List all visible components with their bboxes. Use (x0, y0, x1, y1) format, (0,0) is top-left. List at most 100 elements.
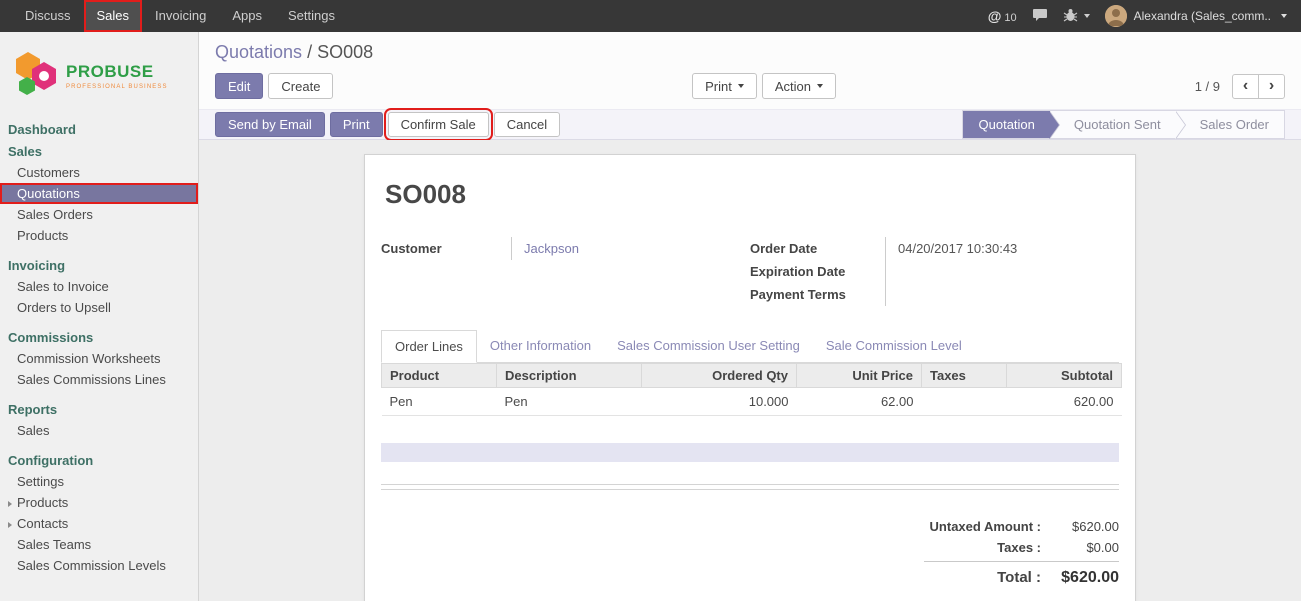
field-group: Customer Jackpson Order Date 04/20/2017 … (381, 237, 1119, 306)
cancel-button[interactable]: Cancel (494, 112, 560, 137)
print-button[interactable]: Print (330, 112, 383, 137)
brand-name: PROBUSE (66, 62, 168, 82)
note-section-bar (381, 443, 1119, 462)
sidebar-heading-invoicing[interactable]: Invoicing (0, 255, 198, 276)
section-separator (381, 484, 1119, 490)
topbar-menu-discuss[interactable]: Discuss (12, 0, 84, 32)
expand-arrow-icon (8, 501, 12, 507)
topbar-menu-sales[interactable]: Sales (84, 0, 143, 32)
topbar-menu-invoicing[interactable]: Invoicing (142, 0, 219, 32)
status-pipeline: Quotation Quotation Sent Sales Order (962, 110, 1285, 139)
probuse-logo-icon (14, 50, 58, 101)
sidebar-item-sales-teams[interactable]: Sales Teams (0, 534, 198, 555)
order-lines-table: Product Description Ordered Qty Unit Pri… (381, 363, 1122, 416)
sidebar-heading-commissions[interactable]: Commissions (0, 327, 198, 348)
app-window: Discuss Sales Invoicing Apps Settings @ … (0, 0, 1301, 601)
pager-counter: 1 / 9 (1195, 79, 1220, 94)
cell-description: Pen (497, 388, 642, 416)
table-row[interactable]: Pen Pen 10.000 62.00 620.00 (382, 388, 1122, 416)
topbar-menu-settings[interactable]: Settings (275, 0, 348, 32)
mention-count: 10 (1004, 12, 1016, 24)
sidebar-item-quotations[interactable]: Quotations (0, 183, 198, 204)
debug-menu-button[interactable] (1063, 8, 1090, 25)
topbar-right: @ 10 Alexandra (Sales_comm.. (988, 5, 1301, 27)
sidebar-item-config-products[interactable]: Products (0, 492, 198, 513)
sidebar-item-commission-worksheets[interactable]: Commission Worksheets (0, 348, 198, 369)
sidebar-item-sales-commissions-lines[interactable]: Sales Commissions Lines (0, 369, 198, 390)
chevron-down-icon (1084, 14, 1090, 18)
form-sheet: SO008 Customer Jackpson Order Date 04/20 (364, 154, 1136, 601)
chevron-down-icon (817, 84, 823, 88)
cell-product: Pen (382, 388, 497, 416)
expiration-date-value (885, 260, 1119, 283)
avatar (1105, 5, 1127, 27)
probuse-logo: PROBUSE PROFESSIONAL BUSINESS (0, 32, 198, 113)
column-header-unit-price: Unit Price (797, 364, 922, 388)
breadcrumb-current: SO008 (317, 42, 373, 62)
create-button[interactable]: Create (268, 73, 333, 99)
print-dropdown[interactable]: Print (692, 73, 757, 99)
breadcrumb-quotations-link[interactable]: Quotations (215, 42, 302, 62)
mentions-counter[interactable]: @ 10 (988, 8, 1017, 24)
confirm-sale-button[interactable]: Confirm Sale (388, 112, 489, 137)
chat-bubble-icon (1032, 8, 1048, 25)
user-menu[interactable]: Alexandra (Sales_comm.. (1105, 5, 1287, 27)
sidebar-item-sales-orders[interactable]: Sales Orders (0, 204, 198, 225)
total-value: $620.00 (1041, 569, 1119, 587)
sidebar-item-label: Contacts (17, 516, 68, 531)
status-step-sales-order[interactable]: Sales Order (1176, 111, 1284, 138)
main-region: PROBUSE PROFESSIONAL BUSINESS Dashboard … (0, 32, 1301, 601)
order-date-label: Order Date (750, 237, 885, 260)
cell-subtotal: 620.00 (1007, 388, 1122, 416)
at-icon: @ (988, 8, 1002, 24)
user-name: Alexandra (Sales_comm.. (1134, 9, 1271, 23)
action-dropdown-label: Action (775, 79, 811, 94)
pager-previous-button[interactable]: ‹ (1232, 74, 1259, 99)
chevron-down-icon (1281, 14, 1287, 18)
topbar-menu: Discuss Sales Invoicing Apps Settings (12, 0, 348, 32)
sidebar-item-orders-to-upsell[interactable]: Orders to Upsell (0, 297, 198, 318)
order-date-value: 04/20/2017 10:30:43 (885, 237, 1119, 260)
tab-sales-commission-user-setting[interactable]: Sales Commission User Setting (604, 330, 813, 362)
cell-ordered-qty: 10.000 (642, 388, 797, 416)
status-step-quotation[interactable]: Quotation (963, 111, 1050, 138)
control-panel: Quotations / SO008 Edit Create Print Act… (199, 32, 1301, 109)
sidebar-item-config-settings[interactable]: Settings (0, 471, 198, 492)
sidebar-item-customers[interactable]: Customers (0, 162, 198, 183)
column-header-subtotal: Subtotal (1007, 364, 1122, 388)
customer-value[interactable]: Jackpson (511, 237, 750, 260)
sidebar-item-reports-sales[interactable]: Sales (0, 420, 198, 441)
topbar-menu-apps[interactable]: Apps (219, 0, 275, 32)
breadcrumb: Quotations / SO008 (215, 42, 1285, 63)
column-header-taxes: Taxes (922, 364, 1007, 388)
taxes-value: $0.00 (1041, 540, 1119, 555)
total-label: Total : (997, 569, 1041, 586)
tab-order-lines[interactable]: Order Lines (381, 330, 477, 363)
column-header-description: Description (497, 364, 642, 388)
sidebar-item-sales-to-invoice[interactable]: Sales to Invoice (0, 276, 198, 297)
expand-arrow-icon (8, 522, 12, 528)
cell-unit-price: 62.00 (797, 388, 922, 416)
status-step-quotation-sent[interactable]: Quotation Sent (1050, 111, 1176, 138)
form-view: SO008 Customer Jackpson Order Date 04/20 (199, 140, 1301, 601)
pager-next-button[interactable]: › (1258, 74, 1285, 99)
content-area: Quotations / SO008 Edit Create Print Act… (199, 32, 1301, 601)
sidebar-item-products[interactable]: Products (0, 225, 198, 246)
tab-sale-commission-level[interactable]: Sale Commission Level (813, 330, 975, 362)
sidebar-item-sales-commission-levels[interactable]: Sales Commission Levels (0, 555, 198, 576)
sidebar-heading-reports[interactable]: Reports (0, 399, 198, 420)
bug-icon (1063, 8, 1078, 25)
sidebar-item-config-contacts[interactable]: Contacts (0, 513, 198, 534)
print-dropdown-label: Print (705, 79, 732, 94)
sidebar-heading-sales[interactable]: Sales (0, 141, 198, 162)
send-by-email-button[interactable]: Send by Email (215, 112, 325, 137)
sidebar-heading-configuration[interactable]: Configuration (0, 450, 198, 471)
action-dropdown[interactable]: Action (762, 73, 836, 99)
edit-button[interactable]: Edit (215, 73, 263, 99)
tab-other-information[interactable]: Other Information (477, 330, 604, 362)
record-title: SO008 (385, 179, 1119, 210)
table-header-row: Product Description Ordered Qty Unit Pri… (382, 364, 1122, 388)
messages-button[interactable] (1032, 8, 1048, 25)
payment-terms-value (885, 283, 1119, 306)
sidebar-heading-dashboard[interactable]: Dashboard (0, 119, 198, 140)
